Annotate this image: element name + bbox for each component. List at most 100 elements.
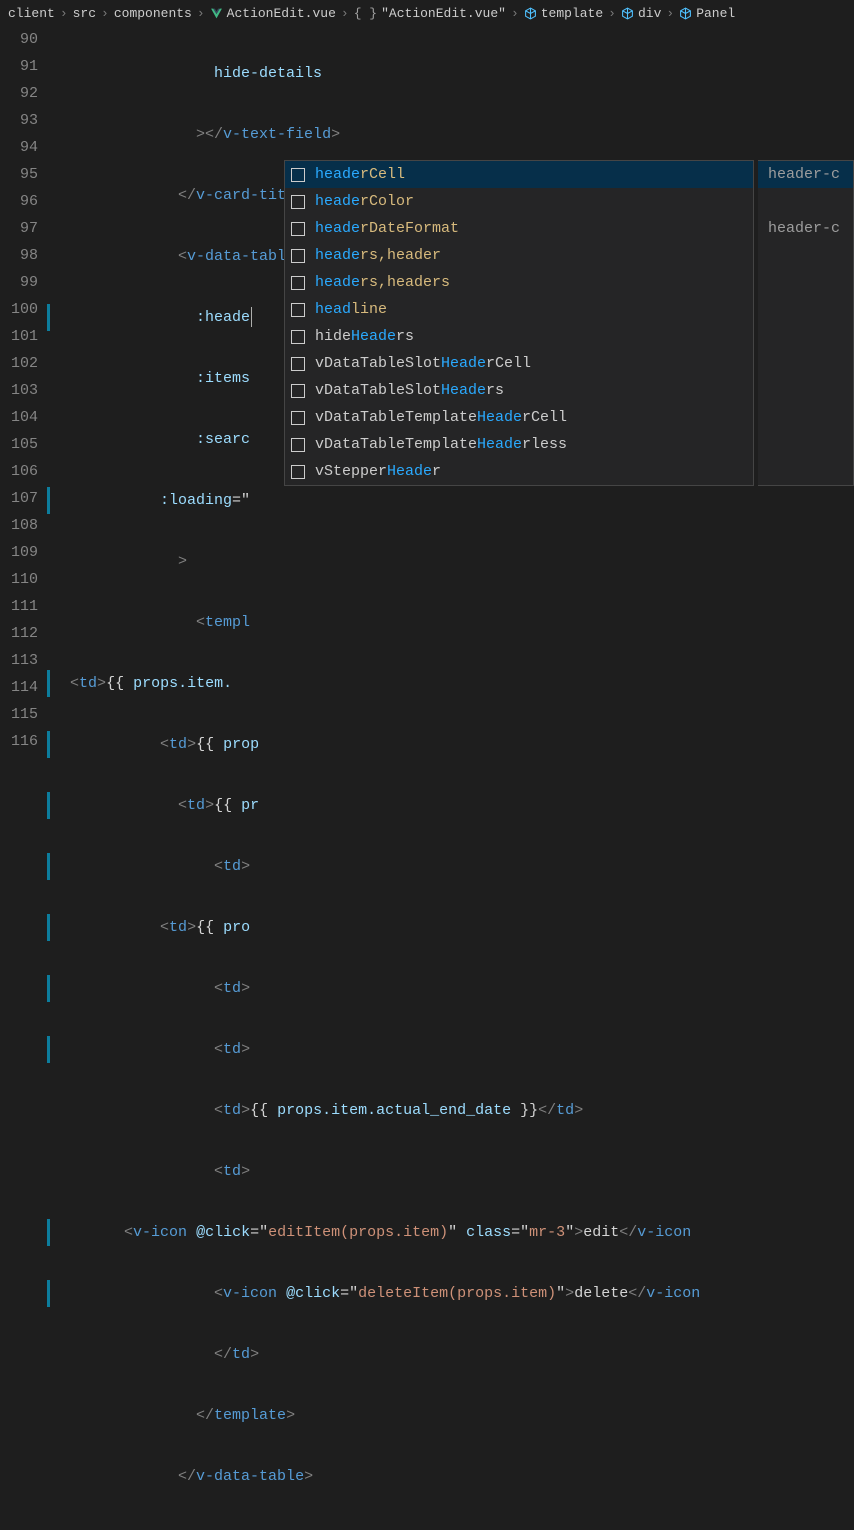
ac-text: rs, xyxy=(360,247,387,264)
detail-row xyxy=(758,350,853,377)
code-token: </ xyxy=(619,1224,637,1241)
line-number: 111 xyxy=(0,593,52,620)
autocomplete-item[interactable]: vDataTableTemplateHeaderless xyxy=(285,431,753,458)
code-token: editItem(props.item) xyxy=(268,1224,448,1241)
snippet-icon xyxy=(291,168,305,182)
line-number: 105 xyxy=(0,431,52,458)
snippet-icon xyxy=(291,384,305,398)
ac-text: header xyxy=(387,247,441,264)
ac-text: rs, xyxy=(360,274,387,291)
breadcrumb-file[interactable]: ActionEdit.vue xyxy=(227,6,336,21)
code-token: {{ xyxy=(250,1102,277,1119)
breadcrumb-components[interactable]: components xyxy=(114,6,192,21)
autocomplete-item[interactable]: headerCell xyxy=(285,161,753,188)
cube-icon xyxy=(524,7,537,20)
autocomplete-item[interactable]: headerColor xyxy=(285,188,753,215)
line-number-gutter: 90 91 92 93 94 95 96 97 98 99 100 101 10… xyxy=(0,26,52,755)
breadcrumb-scope[interactable]: "ActionEdit.vue" xyxy=(381,6,506,21)
code-token: < xyxy=(214,980,223,997)
ac-text: Heade xyxy=(441,355,486,372)
chevron-right-icon: › xyxy=(341,6,349,21)
code-token: pr xyxy=(241,797,259,814)
detail-row xyxy=(758,188,853,215)
detail-row xyxy=(758,242,853,269)
breadcrumb-src[interactable]: src xyxy=(73,6,96,21)
ac-text: rless xyxy=(522,436,567,453)
ac-text: Cell xyxy=(369,166,405,183)
code-token: > xyxy=(241,1102,250,1119)
line-number: 95 xyxy=(0,161,52,188)
line-number: 90 xyxy=(0,26,52,53)
autocomplete-popup[interactable]: headerCell headerColor headerDateFormat … xyxy=(284,160,754,486)
modified-indicator xyxy=(47,1219,50,1246)
autocomplete-item[interactable]: headers, header xyxy=(285,242,753,269)
code-token: props.item. xyxy=(133,675,232,692)
ac-text: rs xyxy=(396,328,414,345)
breadcrumb-client[interactable]: client xyxy=(8,6,55,21)
breadcrumb-panel[interactable]: Panel xyxy=(696,6,735,21)
autocomplete-item[interactable]: headline xyxy=(285,296,753,323)
breadcrumb-template[interactable]: template xyxy=(541,6,603,21)
code-token: {{ xyxy=(196,736,223,753)
code-token: prop xyxy=(223,736,259,753)
autocomplete-item[interactable]: hideHeaders xyxy=(285,323,753,350)
code-token: :searc xyxy=(196,431,250,448)
code-editor[interactable]: 90 91 92 93 94 95 96 97 98 99 100 101 10… xyxy=(0,26,854,765)
ac-text: Heade xyxy=(351,328,396,345)
code-token: " xyxy=(448,1224,466,1241)
code-token: </ xyxy=(538,1102,556,1119)
line-number: 101 xyxy=(0,323,52,350)
code-token: > xyxy=(574,1102,583,1119)
ac-text: heade xyxy=(315,274,360,291)
code-token: < xyxy=(214,1163,223,1180)
code-token: > xyxy=(178,553,187,570)
code-token: < xyxy=(214,1285,223,1302)
ac-text: heade xyxy=(315,193,360,210)
snippet-icon xyxy=(291,357,305,371)
ac-text: r xyxy=(360,220,369,237)
line-number: 104 xyxy=(0,404,52,431)
code-token: </ xyxy=(628,1285,646,1302)
code-token: {{ xyxy=(214,797,241,814)
ac-text: head xyxy=(315,301,351,318)
code-token: template xyxy=(214,1407,286,1424)
ac-text: vDataTableSlot xyxy=(315,355,441,372)
ac-text: rCell xyxy=(522,409,567,426)
modified-indicator xyxy=(47,1036,50,1063)
code-token: =" xyxy=(232,492,250,509)
ac-text: r xyxy=(360,166,369,183)
ac-text: Color xyxy=(369,193,414,210)
snippet-icon xyxy=(291,195,305,209)
line-number: 112 xyxy=(0,620,52,647)
ac-text: hide xyxy=(315,328,351,345)
code-token: td xyxy=(223,1163,241,1180)
autocomplete-item[interactable]: vDataTableSlotHeaders xyxy=(285,377,753,404)
ac-text: vDataTableSlot xyxy=(315,382,441,399)
line-number: 93 xyxy=(0,107,52,134)
vue-icon xyxy=(210,7,223,20)
autocomplete-item[interactable]: vDataTableSlotHeaderCell xyxy=(285,350,753,377)
modified-indicator xyxy=(47,487,50,514)
detail-row xyxy=(758,296,853,323)
autocomplete-item[interactable]: vDataTableTemplateHeaderCell xyxy=(285,404,753,431)
detail-row xyxy=(758,323,853,350)
code-token xyxy=(277,1285,286,1302)
ac-text: vDataTableTemplate xyxy=(315,436,477,453)
code-token: td xyxy=(223,858,241,875)
line-number: 97 xyxy=(0,215,52,242)
breadcrumb[interactable]: client › src › components › ActionEdit.v… xyxy=(0,0,854,26)
line-number: 102 xyxy=(0,350,52,377)
chevron-right-icon: › xyxy=(60,6,68,21)
detail-row: header-c xyxy=(758,161,853,188)
chevron-right-icon: › xyxy=(666,6,674,21)
snippet-icon xyxy=(291,411,305,425)
breadcrumb-div[interactable]: div xyxy=(638,6,661,21)
snippet-icon xyxy=(291,222,305,236)
chevron-right-icon: › xyxy=(197,6,205,21)
code-token: mr-3 xyxy=(529,1224,565,1241)
code-token: props.item.actual_end_date xyxy=(277,1102,511,1119)
autocomplete-item[interactable]: vStepperHeader xyxy=(285,458,753,485)
autocomplete-item[interactable]: headers, headers xyxy=(285,269,753,296)
autocomplete-item[interactable]: headerDateFormat xyxy=(285,215,753,242)
code-token: " xyxy=(565,1224,574,1241)
